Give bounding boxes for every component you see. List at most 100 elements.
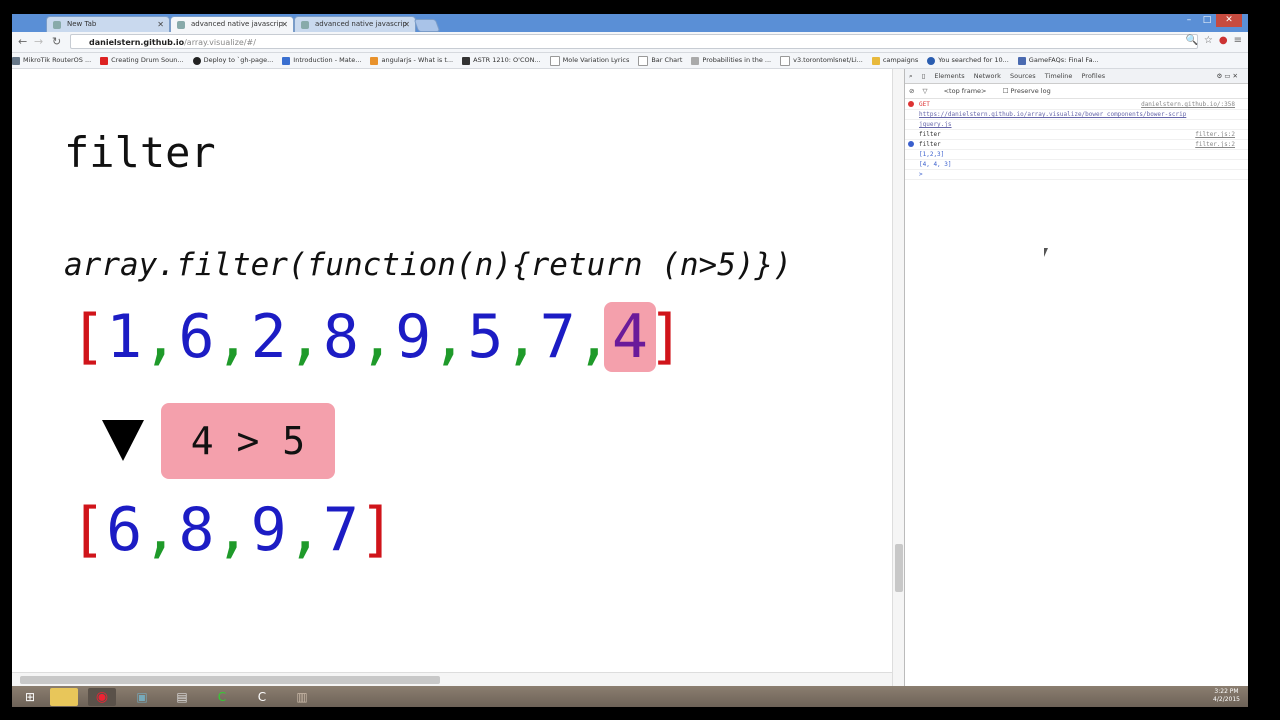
page-viewport: filter array.filter(function(n){return (… [12, 69, 892, 686]
clear-console-icon[interactable]: ⊘ [909, 87, 914, 95]
console-line: jquery.js [905, 120, 1248, 130]
input-comma: , [359, 302, 396, 372]
bookmark-item[interactable]: You searched for 10... [927, 53, 1009, 68]
tab-new-tab[interactable]: New Tab ✕ [46, 16, 170, 32]
close-window-icon[interactable]: ✕ [1216, 14, 1242, 27]
new-tab-button[interactable] [413, 19, 441, 32]
bookmark-item[interactable]: Mole Variation Lyrics [549, 53, 629, 68]
maximize-icon[interactable]: □ [1198, 14, 1216, 27]
bookmark-favicon-icon [1017, 56, 1026, 65]
page-icon [780, 55, 791, 66]
method-title: filter [64, 128, 216, 177]
console-source-link[interactable]: danielstern.github.io/:358 [1141, 100, 1235, 109]
console-text: [4, 4, 3] [919, 161, 952, 168]
file-explorer-icon[interactable] [50, 688, 78, 706]
tab-close-icon[interactable]: ✕ [403, 17, 410, 32]
system-clock[interactable]: 3:22 PM 4/2/2015 [1213, 688, 1240, 704]
prompt-caret: > [919, 171, 923, 178]
console-text: filter [919, 141, 941, 148]
preserve-log-label: Preserve log [1010, 87, 1051, 95]
devtools-tab-sources[interactable]: Sources [1010, 72, 1036, 80]
filter-icon[interactable]: ▽ [923, 87, 928, 95]
tab-close-icon[interactable]: ✕ [281, 17, 288, 32]
bookmark-label: MikroTik RouterOS ... [23, 56, 92, 64]
console-line: filter filter.js:2 [905, 130, 1248, 140]
bookmark-favicon-icon [691, 56, 700, 65]
devtools-close-icon[interactable]: ⚙ ▭ ✕ [1216, 69, 1238, 83]
tab-advanced-native-js-active[interactable]: advanced native javascrip ✕ [170, 16, 294, 32]
devtools-tab-profiles[interactable]: Profiles [1082, 72, 1106, 80]
bookmark-label: angularjs - What is t... [381, 56, 454, 64]
computer-icon[interactable]: ▣ [128, 688, 156, 706]
console-source-link[interactable]: filter.js:2 [1195, 140, 1235, 149]
camtasia-recorder-icon[interactable]: C [248, 688, 276, 706]
open-bracket: [ [70, 495, 107, 565]
devtools-tab-elements[interactable]: Elements [934, 72, 964, 80]
url-host: danielstern.github.io [89, 38, 185, 47]
minimize-icon[interactable]: – [1180, 14, 1198, 27]
bookmark-item[interactable]: Probabilities in the ... [691, 53, 771, 68]
windows-start-icon[interactable]: ⊞ [16, 688, 44, 706]
output-comma: , [214, 495, 251, 565]
archive-icon[interactable]: ▥ [288, 688, 316, 706]
chrome-icon[interactable]: ◉ [88, 688, 116, 706]
input-element: 2 [250, 302, 287, 372]
page-icon [638, 55, 649, 66]
bookmark-item[interactable]: Bar Chart [638, 53, 682, 68]
tab-label: New Tab [67, 20, 97, 28]
tab-favicon-icon [301, 21, 309, 29]
bookmark-item[interactable]: Deploy to `gh-page... [192, 53, 274, 68]
forward-arrow-icon[interactable]: → [34, 35, 43, 48]
tab-close-icon[interactable]: ✕ [157, 17, 164, 32]
console-url-link[interactable]: jquery.js [919, 121, 952, 128]
devtools-tab-network[interactable]: Network [974, 72, 1001, 80]
bookmark-item[interactable]: GameFAQs: Final Fa... [1017, 53, 1099, 68]
bookmark-favicon-icon [12, 56, 20, 65]
inspect-icon[interactable]: ⌕ [909, 72, 913, 80]
bookmark-star-icon[interactable]: ☆ [1204, 35, 1213, 46]
mouse-cursor-icon [1044, 248, 1048, 257]
zoom-icon[interactable]: 🔍 [1185, 35, 1197, 46]
bookmark-item[interactable]: Creating Drum Soun... [100, 53, 184, 68]
bookmark-item[interactable]: MikroTik RouterOS ... [12, 53, 91, 68]
preserve-log-checkbox[interactable]: ☐ Preserve log [1003, 87, 1051, 95]
bookmark-label: Probabilities in the ... [702, 56, 772, 64]
console-prompt[interactable]: > [905, 170, 1248, 180]
reload-icon[interactable]: ↻ [52, 35, 61, 48]
bookmark-label: You searched for 10... [938, 56, 1009, 64]
bookmark-label: ASTR 1210: O'CON... [473, 56, 541, 64]
bookmark-label: Deploy to `gh-page... [203, 56, 274, 64]
frame-selector[interactable]: <top frame> [944, 87, 987, 95]
output-comma: , [286, 495, 323, 565]
horizontal-scrollbar[interactable] [12, 672, 892, 687]
device-icon[interactable]: ▯ [922, 72, 926, 80]
console-url-link[interactable]: https://danielstern.github.io/array.visu… [919, 111, 1186, 118]
input-element: 5 [467, 302, 504, 372]
console-text: filter [919, 131, 941, 138]
menu-icon[interactable]: ≡ [1234, 35, 1242, 46]
back-arrow-icon[interactable]: ← [18, 35, 27, 48]
output-element: 7 [322, 495, 359, 565]
scrollbar-thumb[interactable] [895, 544, 903, 592]
extension-icon[interactable]: ● [1219, 35, 1228, 46]
page-icon [549, 55, 560, 66]
bookmark-favicon-icon [282, 56, 291, 65]
bookmark-item[interactable]: campaigns [871, 53, 918, 68]
bookmarks-bar: MikroTik RouterOS ... Creating Drum Soun… [12, 53, 1248, 69]
address-bar[interactable]: danielstern.github.io/array.visualize/#/ [70, 34, 1198, 49]
devtools-tabs: ⌕ ▯ Elements Network Sources Timeline Pr… [905, 69, 1248, 84]
bookmark-item[interactable]: v3.torontomlsnet/Li... [780, 53, 863, 68]
input-array: [1,6,2,8,9,5,7,4] [70, 302, 684, 372]
error-icon [908, 101, 914, 107]
bookmark-item[interactable]: Introduction - Mate... [282, 53, 361, 68]
terminal-icon[interactable]: ▤ [168, 688, 196, 706]
output-element: 8 [178, 495, 215, 565]
scrollbar-thumb[interactable] [20, 676, 440, 684]
bookmark-item[interactable]: ASTR 1210: O'CON... [462, 53, 541, 68]
bookmark-item[interactable]: angularjs - What is t... [370, 53, 453, 68]
devtools-tab-timeline[interactable]: Timeline [1045, 72, 1073, 80]
camtasia-icon[interactable]: C [208, 688, 236, 706]
input-comma: , [431, 302, 468, 372]
tab-advanced-native-js[interactable]: advanced native javascrip ✕ [294, 16, 416, 32]
console-source-link[interactable]: filter.js:2 [1195, 130, 1235, 139]
